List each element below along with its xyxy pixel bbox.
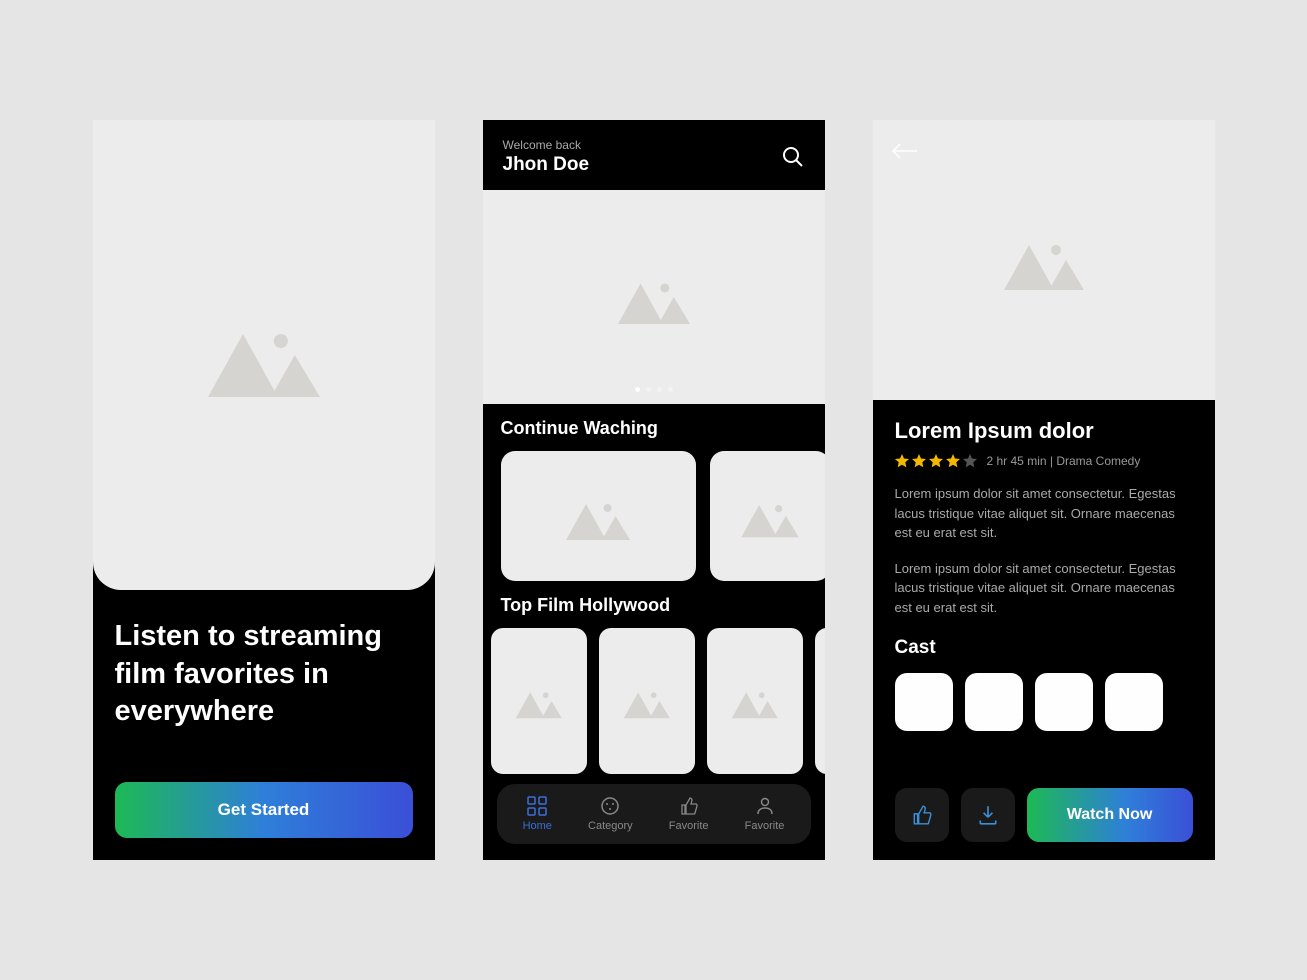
- top-film-row: [483, 628, 825, 774]
- detail-body: Lorem Ipsum dolor 2 hr 45 min | Drama Co…: [873, 400, 1215, 860]
- nav-category[interactable]: Category: [588, 796, 633, 832]
- image-icon: [734, 487, 806, 545]
- cast-card[interactable]: [895, 673, 953, 731]
- movie-description: Lorem ipsum dolor sit amet consectetur. …: [895, 484, 1193, 543]
- image-icon: [994, 220, 1094, 300]
- thumbs-up-icon: [679, 796, 699, 816]
- cast-card[interactable]: [1035, 673, 1093, 731]
- cast-row: [895, 673, 1193, 731]
- continue-card[interactable]: [501, 451, 696, 581]
- bottom-nav: Home Category Favorite Favorite: [497, 784, 811, 844]
- onboarding-title: Listen to streaming film favorites in ev…: [115, 618, 413, 731]
- movie-meta: 2 hr 45 min | Drama Comedy: [895, 454, 1193, 468]
- image-icon: [194, 299, 334, 411]
- download-button[interactable]: [961, 788, 1015, 842]
- movie-description: Lorem ipsum dolor sit amet consectetur. …: [895, 559, 1193, 618]
- watch-now-button[interactable]: Watch Now: [1027, 788, 1193, 842]
- nav-label: Home: [523, 820, 552, 832]
- cast-card[interactable]: [965, 673, 1023, 731]
- star-icon: [929, 454, 943, 468]
- nav-label: Favorite: [669, 820, 709, 832]
- username: Jhon Doe: [503, 154, 590, 176]
- continue-card[interactable]: [710, 451, 825, 581]
- user-icon: [755, 796, 775, 816]
- cast-card[interactable]: [1105, 673, 1163, 731]
- dot[interactable]: [646, 387, 651, 392]
- dot[interactable]: [635, 387, 640, 392]
- search-icon[interactable]: [781, 145, 805, 169]
- star-icon: [963, 454, 977, 468]
- star-icon: [912, 454, 926, 468]
- nav-profile[interactable]: Favorite: [745, 796, 785, 832]
- movie-hero: [873, 120, 1215, 400]
- dot[interactable]: [657, 387, 662, 392]
- onboarding-content: Listen to streaming film favorites in ev…: [93, 590, 435, 860]
- rating-stars: [895, 454, 977, 468]
- back-arrow-icon[interactable]: [891, 142, 919, 160]
- image-icon: [726, 678, 784, 724]
- home-header: Welcome back Jhon Doe: [483, 120, 825, 190]
- user-greeting: Welcome back Jhon Doe: [503, 138, 590, 176]
- star-icon: [895, 454, 909, 468]
- nav-home[interactable]: Home: [523, 796, 552, 832]
- welcome-label: Welcome back: [503, 138, 590, 152]
- get-started-button[interactable]: Get Started: [115, 782, 413, 838]
- continue-watching-row: [483, 451, 825, 581]
- film-card[interactable]: [491, 628, 587, 774]
- download-icon: [977, 804, 999, 826]
- movie-title: Lorem Ipsum dolor: [895, 418, 1193, 444]
- film-card[interactable]: [599, 628, 695, 774]
- home-screen: Welcome back Jhon Doe Continue Waching T…: [483, 120, 825, 860]
- film-card[interactable]: [815, 628, 825, 774]
- nav-label: Category: [588, 820, 633, 832]
- cast-title: Cast: [895, 637, 1193, 659]
- detail-screen: Lorem Ipsum dolor 2 hr 45 min | Drama Co…: [873, 120, 1215, 860]
- image-icon: [609, 261, 699, 333]
- nav-label: Favorite: [745, 820, 785, 832]
- film-card[interactable]: [707, 628, 803, 774]
- thumbs-up-icon: [911, 804, 933, 826]
- image-icon: [510, 678, 568, 724]
- image-icon: [618, 678, 676, 724]
- featured-banner[interactable]: [483, 190, 825, 404]
- like-button[interactable]: [895, 788, 949, 842]
- star-icon: [946, 454, 960, 468]
- compass-icon: [600, 796, 620, 816]
- nav-favorite[interactable]: Favorite: [669, 796, 709, 832]
- carousel-dots: [635, 387, 673, 392]
- onboarding-screen: Listen to streaming film favorites in ev…: [93, 120, 435, 860]
- action-row: Watch Now: [895, 788, 1193, 842]
- hero-image-placeholder: [93, 120, 435, 590]
- image-icon: [558, 484, 638, 548]
- duration-genre: 2 hr 45 min | Drama Comedy: [987, 454, 1141, 468]
- grid-icon: [527, 796, 547, 816]
- continue-watching-title: Continue Waching: [483, 404, 825, 451]
- top-film-title: Top Film Hollywood: [483, 581, 825, 628]
- dot[interactable]: [668, 387, 673, 392]
